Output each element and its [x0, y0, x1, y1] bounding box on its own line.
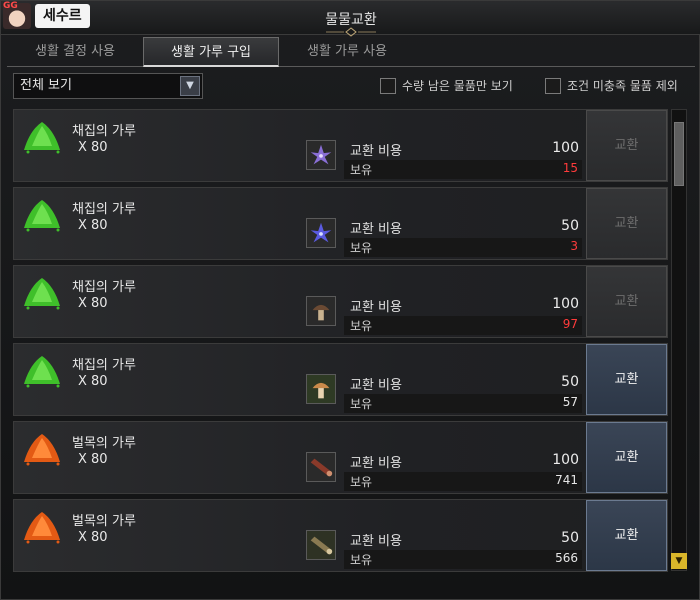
owned-bar: 보유 741 — [344, 472, 582, 491]
only-remaining-label: 수량 남은 물품만 보기 — [402, 79, 513, 93]
exchange-list: 채집의 가루 X 80 교환 비용 100 보유 15 교환 채집의 가루 X … — [13, 109, 668, 595]
orange-powder-icon — [24, 434, 60, 466]
owned-bar: 보유 3 — [344, 238, 582, 257]
cost-label: 교환 비용 — [350, 534, 402, 549]
owned-bar: 보유 57 — [344, 394, 582, 413]
brown-mushroom-icon — [306, 296, 336, 326]
exchange-row: 채집의 가루 X 80 교환 비용 50 보유 3 교환 — [13, 187, 668, 260]
barter-window: GG 세수르 물물교환 생활 결정 사용 생활 가루 구입 생활 가루 사용 전… — [0, 0, 700, 600]
owned-value: 741 — [555, 473, 578, 487]
brown-log-icon — [306, 530, 336, 560]
owned-label: 보유 — [350, 553, 373, 567]
exchange-row: 채집의 가루 X 80 교환 비용 100 보유 15 교환 — [13, 109, 668, 182]
reward-name: 채집의 가루 — [72, 124, 136, 139]
reward-qty: X 80 — [78, 530, 108, 545]
blue-flower-icon — [306, 218, 336, 248]
owned-label: 보유 — [350, 475, 373, 489]
cost-value: 50 — [561, 374, 579, 390]
exchange-button[interactable]: 교환 — [586, 344, 667, 415]
cost-label: 교환 비용 — [350, 456, 402, 471]
green-powder-icon — [24, 122, 60, 154]
exchange-row: 채집의 가루 X 80 교환 비용 50 보유 57 교환 — [13, 343, 668, 416]
cost-label: 교환 비용 — [350, 378, 402, 393]
reward-qty: X 80 — [78, 374, 108, 389]
purple-flower-icon — [306, 140, 336, 170]
orange-mushroom-icon — [306, 374, 336, 404]
owned-value: 3 — [570, 239, 578, 253]
exchange-button[interactable]: 교환 — [586, 266, 667, 337]
exclude-unmet-checkbox[interactable] — [545, 77, 561, 94]
cost-value: 50 — [561, 218, 579, 234]
owned-value: 97 — [562, 317, 578, 331]
cost-value: 100 — [552, 452, 579, 468]
cost-label: 교환 비용 — [350, 144, 402, 159]
exchange-button[interactable]: 교환 — [586, 500, 667, 571]
exchange-button[interactable]: 교환 — [586, 422, 667, 493]
owned-value: 15 — [562, 161, 578, 175]
reward-name: 채집의 가루 — [72, 280, 136, 295]
exchange-button[interactable]: 교환 — [586, 110, 667, 181]
exchange-row: 벌목의 가루 X 80 교환 비용 50 보유 566 교환 — [13, 499, 668, 572]
cost-value: 100 — [552, 140, 579, 156]
ornament-icon — [326, 27, 376, 37]
only-remaining-option[interactable]: 수량 남은 물품만 보기 — [380, 77, 513, 94]
owned-bar: 보유 97 — [344, 316, 582, 335]
orange-powder-icon — [24, 512, 60, 544]
filter-row: 전체 보기 ▼ 수량 남은 물품만 보기 조건 미충족 물품 제외 — [13, 73, 693, 101]
tab-bar: 생활 결정 사용 생활 가루 구입 생활 가루 사용 — [7, 37, 695, 67]
only-remaining-checkbox[interactable] — [380, 77, 396, 94]
reward-qty: X 80 — [78, 218, 108, 233]
tab-powder-use[interactable]: 생활 가루 사용 — [279, 37, 415, 67]
view-filter-dropdown[interactable]: 전체 보기 ▼ — [13, 73, 203, 99]
list-scrollbar[interactable] — [671, 109, 687, 571]
owned-label: 보유 — [350, 163, 373, 177]
window-title: 물물교환 — [325, 12, 377, 28]
owned-label: 보유 — [350, 319, 373, 333]
reward-qty: X 80 — [78, 140, 108, 155]
owned-label: 보유 — [350, 397, 373, 411]
owned-value: 566 — [555, 551, 578, 565]
reward-qty: X 80 — [78, 452, 108, 467]
reward-qty: X 80 — [78, 296, 108, 311]
tab-crystal-use[interactable]: 생활 결정 사용 — [7, 37, 143, 67]
cost-value: 50 — [561, 530, 579, 546]
exchange-row: 채집의 가루 X 80 교환 비용 100 보유 97 교환 — [13, 265, 668, 338]
owned-bar: 보유 566 — [344, 550, 582, 569]
cost-value: 100 — [552, 296, 579, 312]
reward-name: 채집의 가루 — [72, 202, 136, 217]
reward-name: 채집의 가루 — [72, 358, 136, 373]
owned-label: 보유 — [350, 241, 373, 255]
reward-name: 벌목의 가루 — [72, 436, 136, 451]
owned-bar: 보유 15 — [344, 160, 582, 179]
reward-name: 벌목의 가루 — [72, 514, 136, 529]
cost-label: 교환 비용 — [350, 300, 402, 315]
scroll-thumb[interactable] — [674, 122, 684, 186]
title-bar[interactable]: GG 세수르 물물교환 — [1, 1, 700, 37]
cost-label: 교환 비용 — [350, 222, 402, 237]
owned-value: 57 — [562, 395, 578, 409]
exchange-button[interactable]: 교환 — [586, 188, 667, 259]
green-powder-icon — [24, 278, 60, 310]
tab-powder-buy[interactable]: 생활 가루 구입 — [143, 37, 279, 67]
dropdown-value: 전체 보기 — [20, 78, 72, 93]
exclude-unmet-option[interactable]: 조건 미충족 물품 제외 — [545, 77, 678, 94]
scroll-down-icon[interactable]: ▼ — [671, 553, 687, 569]
exclude-unmet-label: 조건 미충족 물품 제외 — [567, 79, 678, 93]
red-log-icon — [306, 452, 336, 482]
green-powder-icon — [24, 356, 60, 388]
exchange-row: 벌목의 가루 X 80 교환 비용 100 보유 741 교환 — [13, 421, 668, 494]
green-powder-icon — [24, 200, 60, 232]
chevron-down-icon[interactable]: ▼ — [180, 76, 200, 96]
